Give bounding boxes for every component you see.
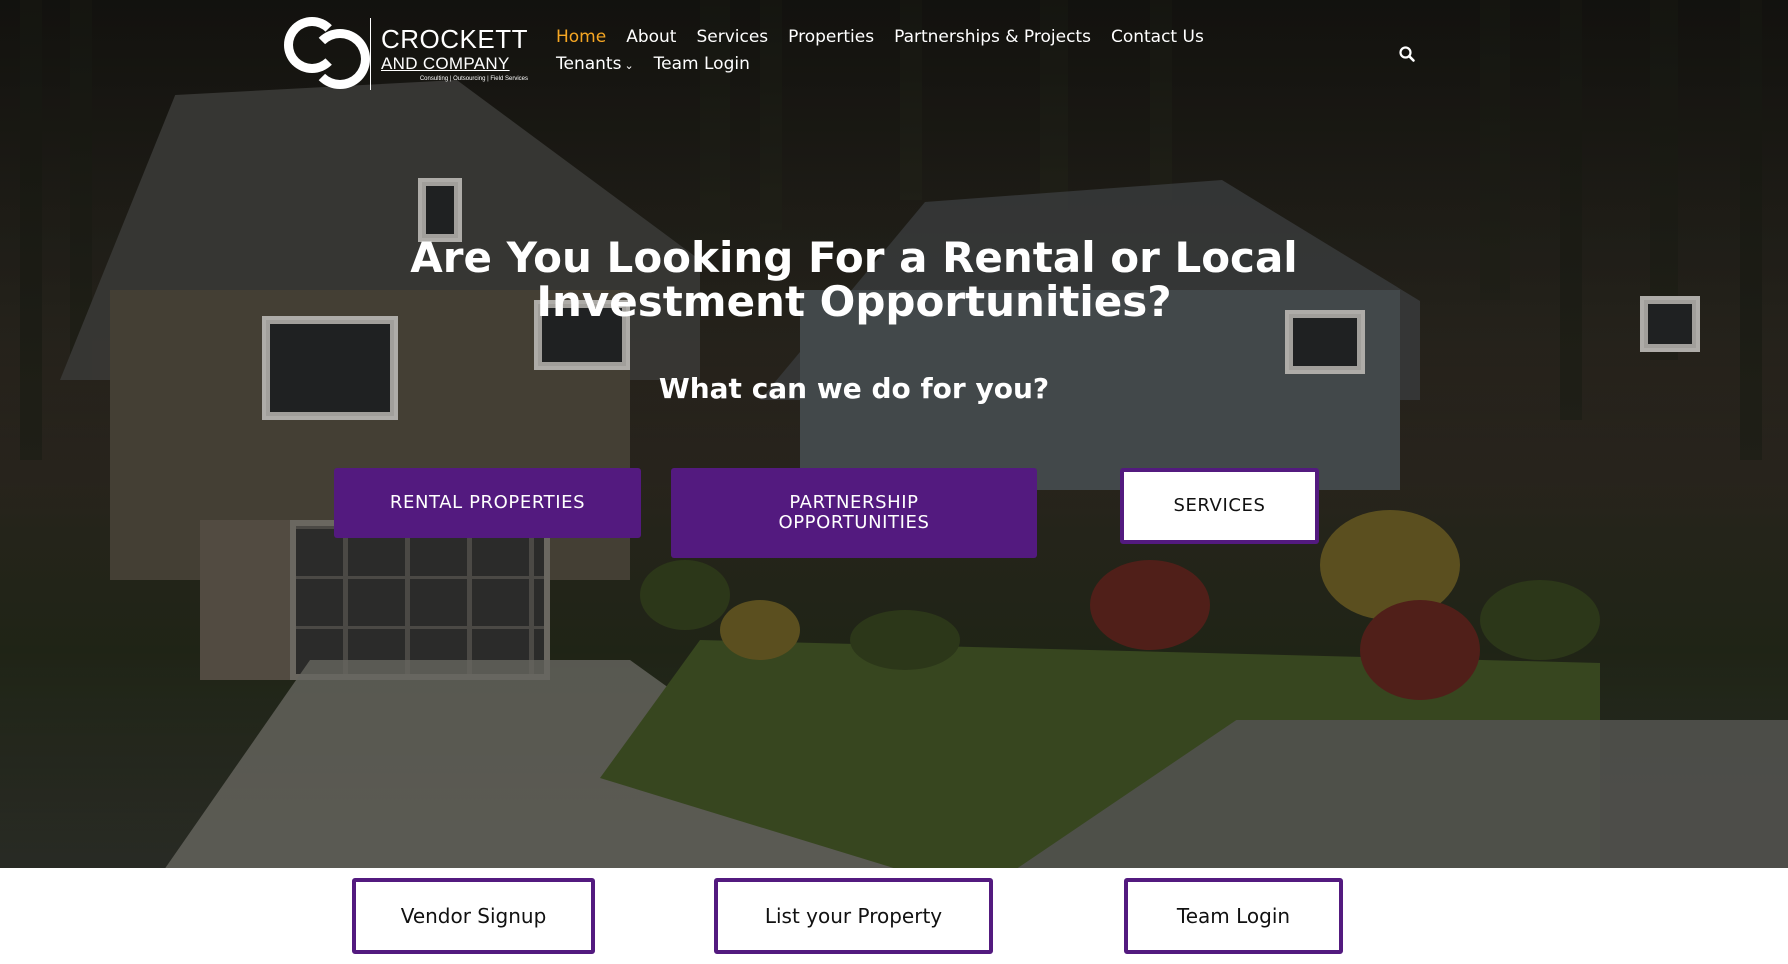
nav-item-team-login[interactable]: Team Login (654, 53, 750, 77)
list-property-button[interactable]: List your Property (714, 878, 993, 954)
nav-item-contact[interactable]: Contact Us (1111, 26, 1204, 49)
logo-tagline: Consulting | Outsourcing | Field Service… (419, 76, 528, 82)
nav-item-partnerships[interactable]: Partnerships & Projects (894, 26, 1091, 49)
chevron-down-icon: ⌄ (624, 59, 634, 72)
logo-divider (370, 18, 371, 90)
hero-headline: Are You Looking For a Rental or Local In… (410, 233, 1298, 326)
team-login-button[interactable]: Team Login (1124, 878, 1343, 954)
site-header: CROCKETT AND COMPANY Consulting | Outsou… (0, 0, 1788, 100)
vendor-signup-button[interactable]: Vendor Signup (352, 878, 595, 954)
logo-text: CROCKETT AND COMPANY Consulting | Outsou… (381, 26, 528, 82)
nav-item-tenants[interactable]: Tenants ⌄ (556, 53, 634, 77)
nav-item-properties[interactable]: Properties (788, 26, 874, 49)
hero-background (0, 0, 1788, 868)
main-nav: Home About Services Properties Partnersh… (556, 26, 1296, 77)
logo-name-line2: AND COMPANY (381, 54, 510, 73)
nav-item-home[interactable]: Home (556, 26, 606, 49)
logo-mark-icon (284, 17, 370, 91)
rental-properties-button[interactable]: RENTAL PROPERTIES (334, 468, 641, 538)
nav-item-about[interactable]: About (626, 26, 676, 49)
search-icon[interactable] (1398, 45, 1416, 63)
nav-item-services[interactable]: Services (696, 26, 768, 49)
partnership-opportunities-button[interactable]: PARTNERSHIP OPPORTUNITIES (671, 468, 1037, 558)
logo[interactable]: CROCKETT AND COMPANY Consulting | Outsou… (284, 17, 528, 91)
hero-subhead: What can we do for you? (658, 372, 1050, 405)
partnership-opportunities-label: PARTNERSHIP OPPORTUNITIES (778, 492, 930, 533)
nav-item-tenants-label: Tenants (556, 54, 622, 74)
services-button[interactable]: SERVICES (1120, 468, 1319, 544)
logo-name-line1: CROCKETT (381, 24, 528, 54)
